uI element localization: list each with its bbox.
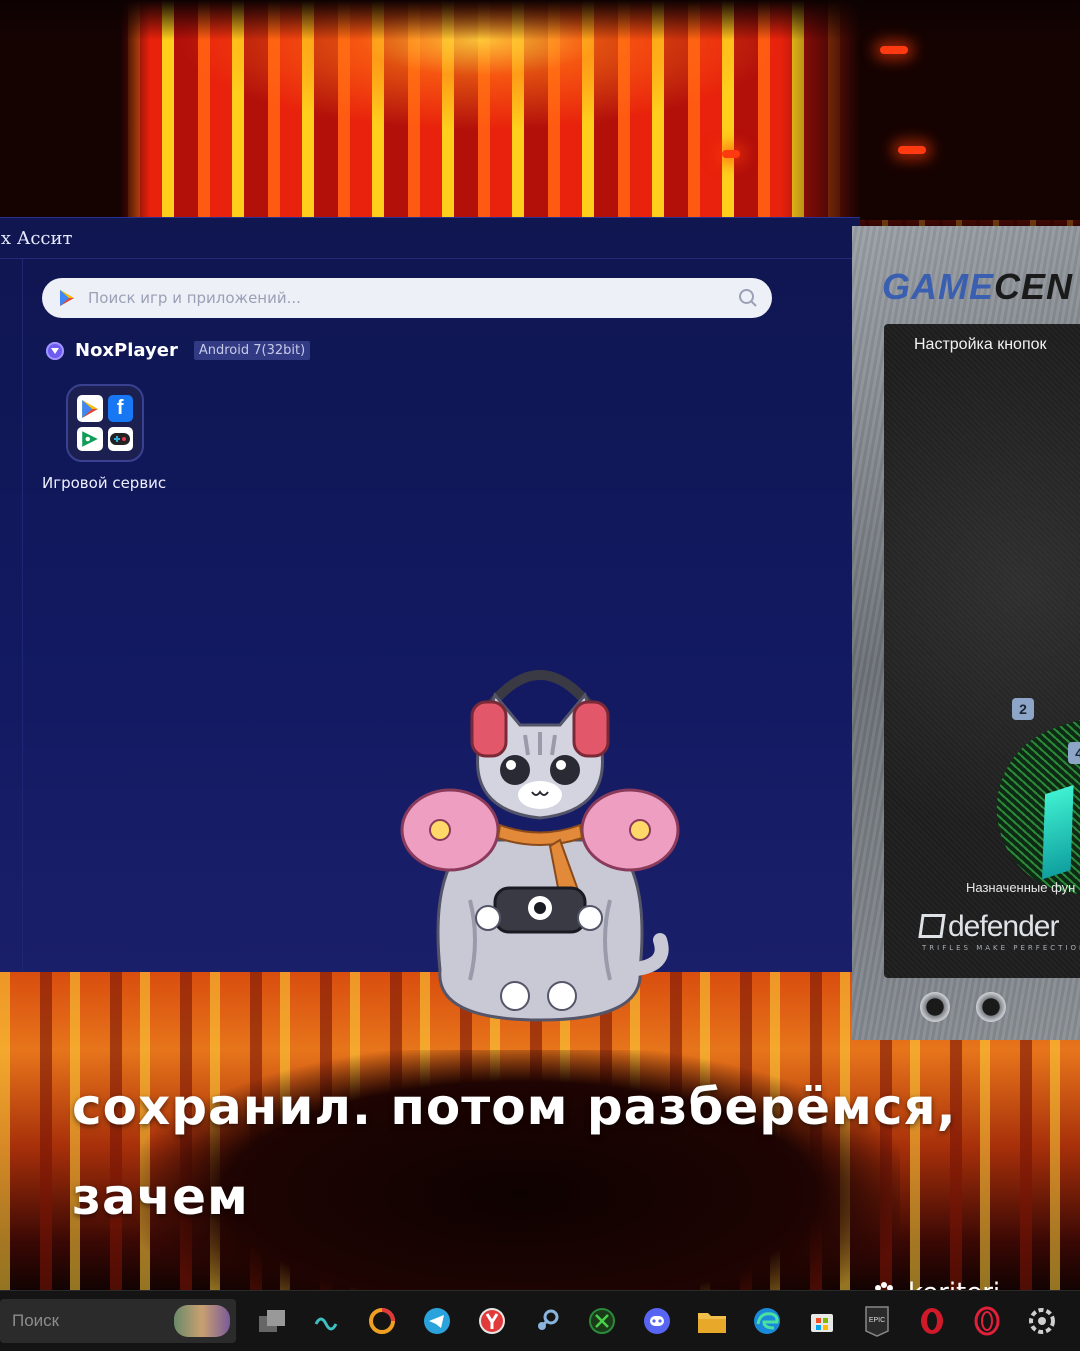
steam-icon[interactable]: [527, 1301, 567, 1341]
mouse-button-2[interactable]: 2: [1012, 698, 1034, 720]
button-settings-panel: Настройка кнопок 2 4 Назначенные фун def…: [884, 324, 1080, 978]
telegram-icon[interactable]: [417, 1301, 457, 1341]
panel-heading: Настройка кнопок: [914, 336, 1047, 353]
epic-games-icon[interactable]: EPIC: [857, 1301, 897, 1341]
caption-line-2: зачем: [72, 1168, 249, 1226]
mouse-button-4[interactable]: 4: [1068, 742, 1080, 764]
gamecenter-round-button[interactable]: [976, 992, 1006, 1022]
search-highlight-image[interactable]: [174, 1305, 230, 1337]
discord-icon[interactable]: [637, 1301, 677, 1341]
edge-icon[interactable]: [747, 1301, 787, 1341]
facebook-icon: f: [107, 395, 133, 422]
nox-instance-icon: [46, 341, 64, 360]
app-search-bar[interactable]: [42, 278, 772, 318]
orange-ring-app-icon[interactable]: [362, 1301, 402, 1341]
google-play-icon: [60, 290, 74, 306]
gamecenter-round-button[interactable]: [920, 992, 950, 1022]
taskbar-search-box[interactable]: [0, 1299, 236, 1343]
settings-app-icon[interactable]: [1022, 1301, 1062, 1341]
wave-app-icon[interactable]: [307, 1301, 347, 1341]
search-icon[interactable]: [738, 288, 758, 308]
caption-line-1: сохранил. потом разберёмся,: [72, 1078, 957, 1136]
game-service-folder-icon[interactable]: f: [66, 384, 144, 462]
xbox-icon[interactable]: [582, 1301, 622, 1341]
file-explorer-icon[interactable]: [692, 1301, 732, 1341]
nox-instance-row[interactable]: NoxPlayer Android 7(32bit): [46, 340, 311, 361]
wallpaper-glow: [722, 150, 740, 158]
gamecenter-logo: GAMECEN: [882, 266, 1074, 307]
nox-sidebar-divider: [22, 259, 23, 971]
assigned-functions-label: Назначенные фун: [966, 880, 1076, 895]
opera-gx-icon[interactable]: [967, 1301, 1007, 1341]
cat-mascot-sticker: [400, 670, 680, 1022]
nox-titlebar[interactable]: ox Ассит: [0, 218, 860, 259]
android-version-badge: Android 7(32bit): [193, 341, 311, 360]
opera-icon[interactable]: [912, 1301, 952, 1341]
google-play-icon: [77, 395, 103, 422]
nox-window-title: ox Ассит: [0, 227, 73, 249]
taskbar-search-input[interactable]: [10, 1310, 164, 1332]
microsoft-store-icon[interactable]: [802, 1301, 842, 1341]
wallpaper-glow: [880, 46, 908, 54]
wallpaper-glow: [898, 146, 926, 154]
task-view-icon[interactable]: [252, 1301, 292, 1341]
brand-tagline: TRIFLES MAKE PERFECTION: [922, 944, 1080, 952]
yandex-browser-icon[interactable]: [472, 1301, 512, 1341]
instance-name: NoxPlayer: [75, 340, 178, 361]
caption-text: сохранил. потом разберёмся, зачем: [72, 1062, 972, 1242]
google-play-games-icon: [77, 427, 103, 451]
app-label-game-service[interactable]: Игровой сервис: [42, 474, 166, 492]
app-search-input[interactable]: [86, 288, 710, 308]
windows-taskbar: EPIC: [0, 1290, 1080, 1351]
gamecenter-window: GAMECEN Настройка кнопок 2 4 Назначенные…: [852, 226, 1080, 1040]
defender-logo: defender: [918, 910, 1059, 944]
gamepad-icon: [107, 427, 133, 451]
svg-text:EPIC: EPIC: [869, 1317, 885, 1324]
taskbar-app-icons: EPIC: [252, 1301, 1077, 1341]
